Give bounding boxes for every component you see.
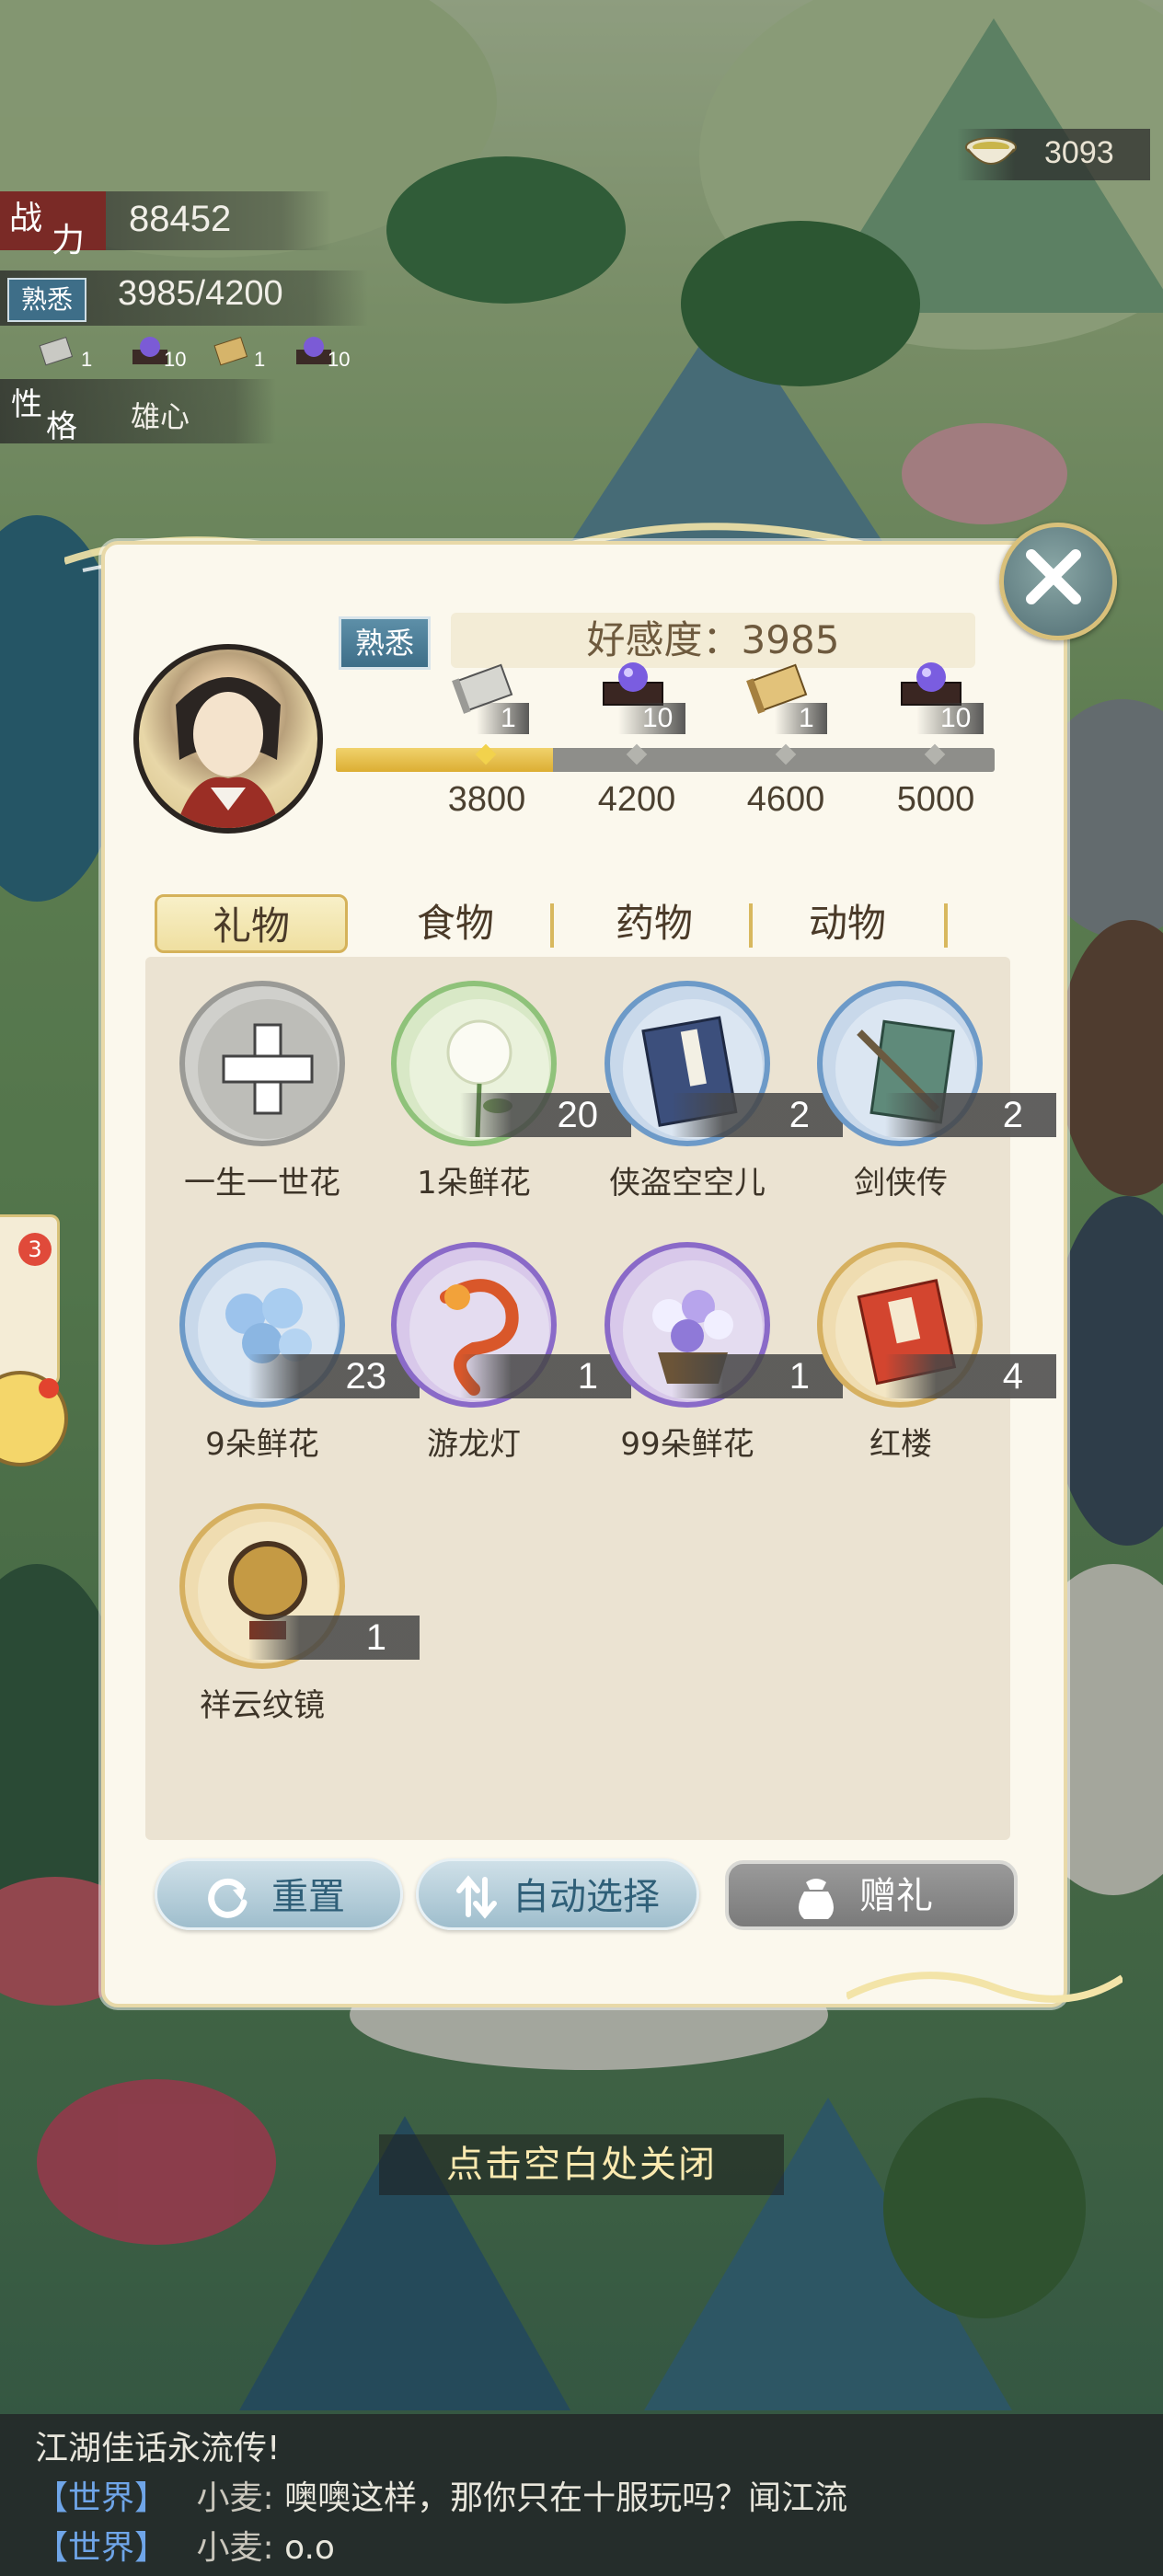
chat-username: 小麦: <box>196 2479 274 2517</box>
gift-item-qty: 1 <box>460 1354 631 1398</box>
power-label-a: 战 <box>9 200 43 237</box>
auto-select-button[interactable]: 自动选择 <box>416 1858 699 1930</box>
notification-badge: 3 <box>18 1233 52 1266</box>
give-gift-button[interactable]: 赠礼 <box>725 1860 1018 1930</box>
familiarity-value: 3985/4200 <box>118 274 283 313</box>
tab-animals[interactable]: 动物 <box>751 894 944 953</box>
chat-text: 噢噢这样，那你只在十服玩吗？闻江流 <box>284 2479 848 2517</box>
trait-label-a: 性 <box>11 386 42 423</box>
close-button[interactable] <box>999 523 1117 640</box>
auto-select-label: 自动选择 <box>512 1876 660 1918</box>
silver-scroll-icon <box>39 336 74 366</box>
gift-item-name: 一生一世花 <box>184 1165 340 1202</box>
gift-item-qty: 23 <box>248 1354 420 1398</box>
gift-item-qty: 20 <box>460 1093 631 1137</box>
gift-item-slot[interactable] <box>179 981 345 1146</box>
milestone-threshold: 3800 <box>447 780 526 819</box>
chat-text: o.o <box>284 2529 335 2567</box>
character-avatar <box>176 677 281 828</box>
milestone-qty: 10 <box>916 703 985 734</box>
mini-reward-qty: 10 <box>328 348 351 371</box>
close-icon <box>1026 549 1081 604</box>
trait-label-b: 格 <box>46 408 77 445</box>
chat-channel: 【世界】 <box>35 2479 168 2517</box>
milestone-threshold: 5000 <box>896 780 975 819</box>
gift-pouch-icon <box>799 1879 834 1919</box>
locked-cross-icon <box>198 999 338 1139</box>
give-gift-label: 赠礼 <box>859 1875 933 1917</box>
tab-divider <box>944 903 948 948</box>
familiarity-row: 熟悉 3985/4200 <box>0 270 368 326</box>
tea-bowl-icon <box>965 137 1017 165</box>
milestone-qty: 1 <box>477 703 529 734</box>
power-tag: 战 力 <box>0 191 106 259</box>
tap-to-close-hint: 点击空白处关闭 <box>379 2134 784 2195</box>
chat-line: 【世界】 小麦: 噢噢这样，那你只在十服玩吗？闻江流 <box>35 2471 847 2519</box>
gift-item-name: 游龙灯 <box>427 1426 521 1463</box>
reset-button[interactable]: 重置 <box>155 1858 403 1930</box>
gift-item-name: 祥云纹镜 <box>200 1687 325 1724</box>
power-label-b: 力 <box>52 222 86 259</box>
cloud-ornament <box>846 1972 1123 2003</box>
power-value: 88452 <box>129 199 232 239</box>
gift-item-qty: 2 <box>885 1093 1056 1137</box>
mini-reward-qty: 10 <box>164 348 187 371</box>
gift-item-name: 剑侠传 <box>854 1165 948 1202</box>
trait-row: 性 格 雄心 <box>0 379 276 445</box>
affinity-progress-fill <box>336 748 553 772</box>
reset-label: 重置 <box>271 1876 345 1918</box>
trait-value: 雄心 <box>131 399 190 434</box>
gift-item-name: 9朵鲜花 <box>205 1426 319 1463</box>
mini-reward-qty: 1 <box>254 348 266 371</box>
character-portrait <box>133 644 323 834</box>
world-chat-panel[interactable]: 江湖佳话永流传! 【世界】 小麦: 噢噢这样，那你只在十服玩吗？闻江流 【世界】… <box>0 2414 1163 2576</box>
chat-text: 江湖佳话永流传! <box>35 2430 281 2467</box>
refresh-icon <box>208 1878 248 1918</box>
chat-line: 江湖佳话永流传! <box>35 2421 280 2469</box>
gift-item-name: 侠盗空空儿 <box>609 1165 766 1202</box>
power-row: 战 力 88452 <box>0 191 331 259</box>
gift-item-qty: 4 <box>885 1354 1056 1398</box>
gift-item-qty: 1 <box>248 1616 420 1660</box>
tab-medicine[interactable]: 药物 <box>558 894 751 953</box>
milestone-qty: 1 <box>775 703 827 734</box>
gift-item-qty: 2 <box>672 1093 843 1137</box>
tab-food[interactable]: 食物 <box>359 894 552 953</box>
chat-channel: 【世界】 <box>35 2529 168 2567</box>
rank-badge: 熟悉 <box>339 616 431 670</box>
tab-divider <box>550 903 554 948</box>
purple-orb-chest-icon[interactable] <box>894 655 968 710</box>
gift-item-name: 99朵鲜花 <box>620 1426 754 1463</box>
milestone-threshold: 4200 <box>597 780 676 819</box>
chat-line: 【世界】 小麦: o.o <box>35 2521 335 2569</box>
gold-scroll-icon <box>213 336 248 366</box>
gift-item-qty: 1 <box>672 1354 843 1398</box>
currency-value: 3093 <box>1044 135 1114 170</box>
milestone-threshold: 4600 <box>746 780 825 819</box>
tab-gifts[interactable]: 礼物 <box>155 894 348 953</box>
gift-item-name: 1朵鲜花 <box>417 1165 531 1202</box>
gift-item-name: 红楼 <box>869 1426 932 1463</box>
mini-reward-qty: 1 <box>81 348 93 371</box>
milestone-qty: 10 <box>618 703 686 734</box>
familiarity-badge: 熟悉 <box>7 278 86 322</box>
purple-orb-chest-icon[interactable] <box>596 655 670 710</box>
swap-arrows-icon <box>456 1875 497 1919</box>
chat-username: 小麦: <box>196 2529 274 2567</box>
red-dot-indicator <box>39 1378 59 1398</box>
